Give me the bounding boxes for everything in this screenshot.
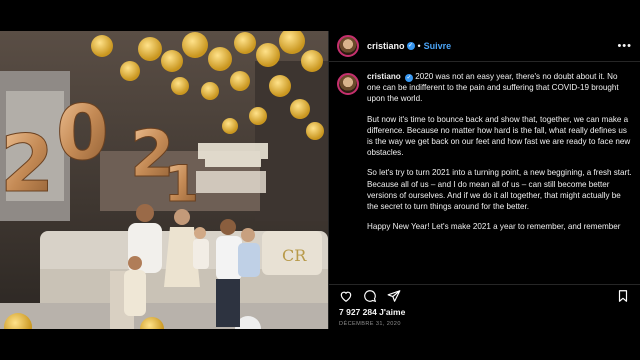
share-icon[interactable] [387, 289, 401, 303]
caption-avatar[interactable] [337, 73, 359, 95]
caption-paragraph-4: Happy New Year! Let's make 2021 a year t… [367, 222, 621, 232]
balloon-number-4: 1 [164, 155, 199, 213]
more-icon[interactable]: ••• [617, 40, 632, 52]
post-date: DÉCEMBRE 31, 2020 [339, 321, 401, 327]
post-photo[interactable]: 2 0 2 1 CR [0, 31, 328, 329]
verified-icon: ✓ [405, 74, 413, 82]
pillow-monogram: CR [282, 246, 307, 265]
caption-fade [337, 267, 633, 281]
separator-dot: • [417, 41, 421, 51]
instagram-post: 2 0 2 1 CR cristiano ✓ • Suivre ••• cris… [0, 31, 640, 329]
caption-paragraph-3: So let's try to turn 2021 into a turning… [367, 168, 632, 212]
author-username[interactable]: cristiano [367, 41, 405, 51]
like-count[interactable]: 7 927 284 J'aime [339, 307, 405, 317]
post-header: cristiano ✓ • Suivre ••• [329, 31, 640, 62]
verified-icon: ✓ [406, 42, 415, 50]
action-bar [329, 284, 640, 306]
balloon-number-1: 2 [0, 120, 54, 210]
caption-username[interactable]: cristiano [367, 72, 401, 81]
comment-icon[interactable] [363, 289, 377, 303]
follow-button[interactable]: Suivre [424, 41, 452, 51]
post-sidebar: cristiano ✓ • Suivre ••• cristiano ✓ 202… [328, 31, 640, 329]
post-caption: cristiano ✓ 2020 was not an easy year, t… [337, 71, 633, 281]
bookmark-icon[interactable] [616, 289, 630, 303]
caption-paragraph-2: But now it's time to bounce back and sho… [367, 114, 631, 158]
author-avatar[interactable] [337, 35, 359, 57]
balloon-number-2: 0 [56, 88, 109, 177]
family-photo: 2 0 2 1 CR [0, 31, 328, 329]
caption-text: cristiano ✓ 2020 was not an easy year, t… [367, 71, 633, 281]
heart-icon[interactable] [339, 289, 353, 303]
